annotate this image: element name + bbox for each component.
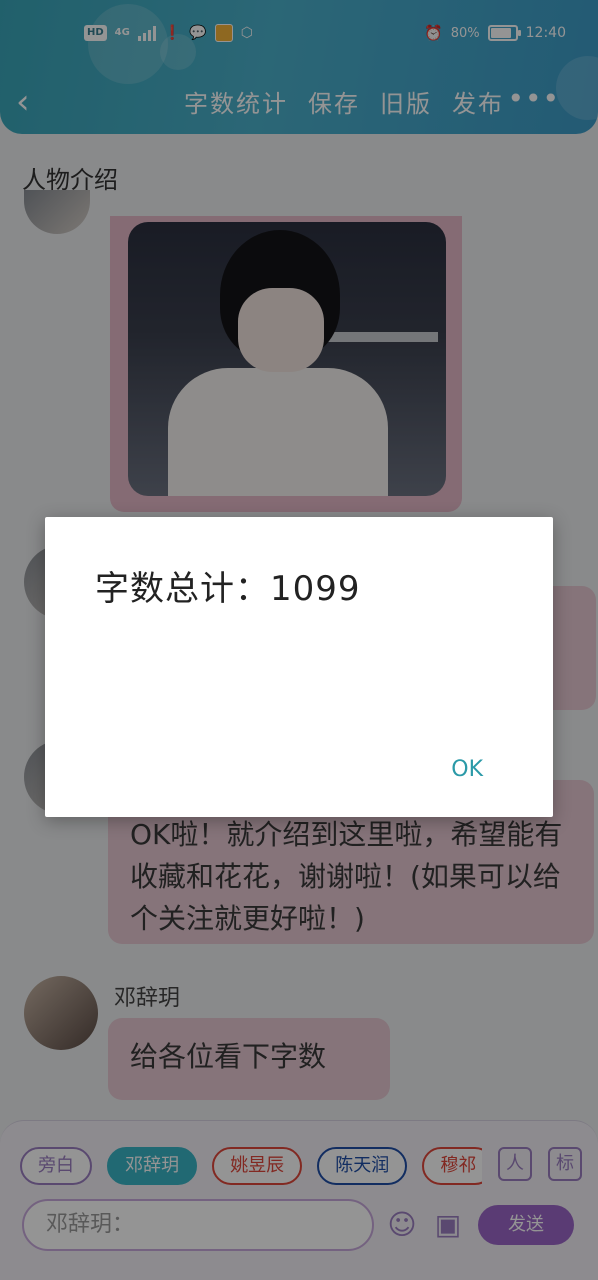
word-count-dialog: 字数总计：1099 OK xyxy=(45,517,553,817)
dialog-message: 字数总计：1099 xyxy=(95,569,361,609)
ok-button[interactable]: OK xyxy=(449,753,485,786)
